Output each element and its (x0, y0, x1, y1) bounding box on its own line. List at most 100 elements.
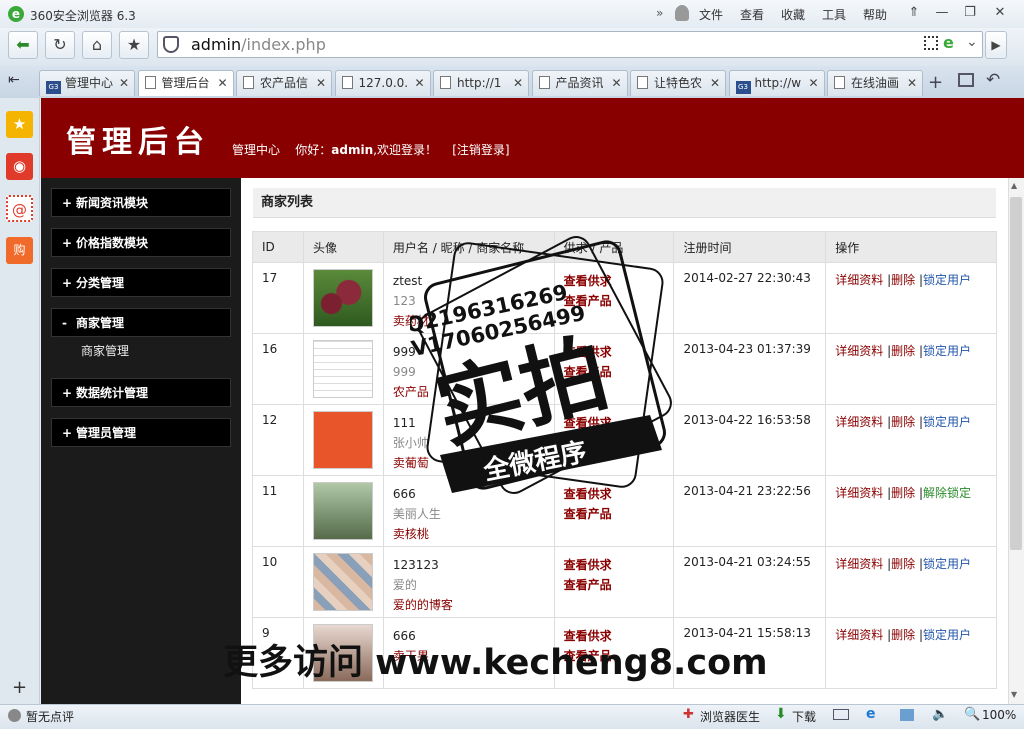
view-product-link[interactable]: 查看产品 (564, 362, 674, 382)
close-tab-icon[interactable]: ✕ (907, 71, 917, 95)
lock-user-link[interactable]: 锁定用户 (923, 628, 971, 642)
nav-subitem[interactable]: 商家管理 (51, 337, 231, 365)
volume-icon[interactable]: 🔈 (932, 707, 948, 722)
chevron-down-icon[interactable]: ⌄ (966, 34, 978, 50)
new-tab-button[interactable]: + (928, 72, 943, 93)
admin-center-link[interactable]: 管理中心 (232, 143, 280, 157)
close-tab-icon[interactable]: ✕ (513, 71, 523, 95)
close-tab-icon[interactable]: ✕ (316, 71, 326, 95)
nav-item-2[interactable]: + 分类管理 (51, 268, 231, 297)
refresh-button[interactable]: ↻ (45, 31, 75, 59)
view-product-link[interactable]: 查看产品 (564, 575, 674, 595)
ie-icon[interactable]: e (866, 706, 876, 722)
status-zoom[interactable]: 100% (982, 708, 1016, 722)
go-button[interactable]: ▶ (985, 31, 1007, 59)
scroll-down-icon[interactable]: ▼ (1011, 690, 1017, 699)
menu-view[interactable]: 查看 (740, 6, 764, 23)
view-supply-link[interactable]: 查看供求 (564, 555, 674, 575)
delete-link[interactable]: 删除 (891, 415, 915, 429)
tab-4[interactable]: http://1 ✕ (433, 70, 529, 96)
view-supply-link[interactable]: 查看供求 (564, 484, 674, 504)
shop-name-link[interactable]: 农产品 (393, 382, 554, 402)
qr-code-icon[interactable] (924, 36, 938, 50)
weibo-icon[interactable]: ◉ (6, 153, 33, 180)
close-tab-icon[interactable]: ✕ (808, 71, 818, 95)
menu-tools[interactable]: 工具 (822, 6, 846, 23)
doctor-icon[interactable]: ✚ (683, 707, 694, 722)
nav-item-3[interactable]: - 商家管理 (51, 308, 231, 337)
tab-6[interactable]: 让特色农 ✕ (630, 70, 726, 96)
view-supply-link[interactable]: 查看供求 (564, 271, 674, 291)
detail-link[interactable]: 详细资料 (835, 557, 883, 571)
favorite-star-button[interactable]: ★ (119, 31, 149, 59)
nav-item-4[interactable]: + 数据统计管理 (51, 378, 231, 407)
delete-link[interactable]: 删除 (891, 344, 915, 358)
chevron-right-icon[interactable]: » (656, 6, 663, 20)
close-tab-icon[interactable]: ✕ (217, 71, 227, 95)
add-sidebar-icon[interactable]: + (12, 677, 27, 698)
delete-link[interactable]: 删除 (891, 557, 915, 571)
tab-list-icon[interactable] (958, 73, 974, 87)
avatar[interactable] (312, 553, 373, 611)
detail-link[interactable]: 详细资料 (835, 486, 883, 500)
mail-icon[interactable]: @ (6, 195, 33, 222)
tab-8[interactable]: 在线油画 ✕ (827, 70, 923, 96)
view-supply-link[interactable]: 查看供求 (564, 342, 674, 362)
logout-link[interactable]: [注销登录] (452, 143, 509, 157)
message-icon[interactable] (833, 709, 849, 720)
back-button[interactable]: ⬅ (8, 31, 38, 59)
restore-button[interactable]: ❐ (958, 3, 982, 23)
pin-icon[interactable]: ⇑ (902, 3, 926, 23)
sidebar-toggle-icon[interactable]: ⇤ (8, 72, 20, 88)
scroll-up-icon[interactable]: ▲ (1011, 181, 1017, 190)
close-tab-icon[interactable]: ✕ (119, 71, 129, 95)
menu-help[interactable]: 帮助 (863, 6, 887, 23)
status-doctor[interactable]: 浏览器医生 (700, 708, 760, 725)
status-comment[interactable]: 暂无点评 (26, 708, 74, 725)
undo-close-tab-icon[interactable]: ↶ (986, 70, 1000, 90)
avatar[interactable] (312, 482, 373, 540)
tab-0[interactable]: G3 管理中心 ✕ (39, 70, 135, 96)
lock-user-link[interactable]: 解除锁定 (923, 486, 971, 500)
zoom-icon[interactable]: 🔍 (964, 707, 980, 722)
shop-name-link[interactable]: 卖药材 (393, 311, 554, 331)
close-button[interactable]: ✕ (988, 3, 1012, 23)
lock-user-link[interactable]: 锁定用户 (923, 273, 971, 287)
lock-user-link[interactable]: 锁定用户 (923, 344, 971, 358)
ie-mode-icon[interactable]: e (943, 33, 954, 52)
menu-file[interactable]: 文件 (699, 6, 723, 23)
detail-link[interactable]: 详细资料 (835, 628, 883, 642)
status-download[interactable]: 下载 (792, 708, 816, 725)
delete-link[interactable]: 删除 (891, 273, 915, 287)
home-button[interactable]: ⌂ (82, 31, 112, 59)
tab-2[interactable]: 农产品信 ✕ (236, 70, 332, 96)
shop-name-link[interactable]: 卖葡萄 (393, 453, 554, 473)
detail-link[interactable]: 详细资料 (835, 344, 883, 358)
shopping-icon[interactable]: 购 (6, 237, 33, 264)
delete-link[interactable]: 删除 (891, 628, 915, 642)
close-tab-icon[interactable]: ✕ (710, 71, 720, 95)
comment-icon[interactable] (8, 709, 21, 722)
nav-item-0[interactable]: + 新闻资讯模块 (51, 188, 231, 217)
close-tab-icon[interactable]: ✕ (414, 71, 424, 95)
avatar[interactable] (312, 411, 373, 469)
view-product-link[interactable]: 查看产品 (564, 433, 674, 453)
menu-favorites[interactable]: 收藏 (781, 6, 805, 23)
delete-link[interactable]: 删除 (891, 486, 915, 500)
favorites-star-icon[interactable]: ★ (6, 111, 33, 138)
tab-1[interactable]: 管理后台 ✕ (137, 70, 234, 96)
nav-item-1[interactable]: + 价格指数模块 (51, 228, 231, 257)
view-product-link[interactable]: 查看产品 (564, 291, 674, 311)
shop-name-link[interactable]: 卖核桃 (393, 524, 554, 544)
nav-item-5[interactable]: + 管理员管理 (51, 418, 231, 447)
view-product-link[interactable]: 查看产品 (564, 504, 674, 524)
avatar[interactable] (312, 269, 373, 327)
address-text[interactable]: admin/index.php (191, 35, 326, 54)
detail-link[interactable]: 详细资料 (835, 415, 883, 429)
detail-link[interactable]: 详细资料 (835, 273, 883, 287)
tab-7[interactable]: G3 http://w ✕ (728, 70, 825, 96)
download-icon[interactable]: ⬇ (775, 706, 787, 722)
tab-5[interactable]: 产品资讯 ✕ (531, 70, 628, 96)
lock-user-link[interactable]: 锁定用户 (923, 557, 971, 571)
minimize-button[interactable]: — (930, 3, 954, 23)
